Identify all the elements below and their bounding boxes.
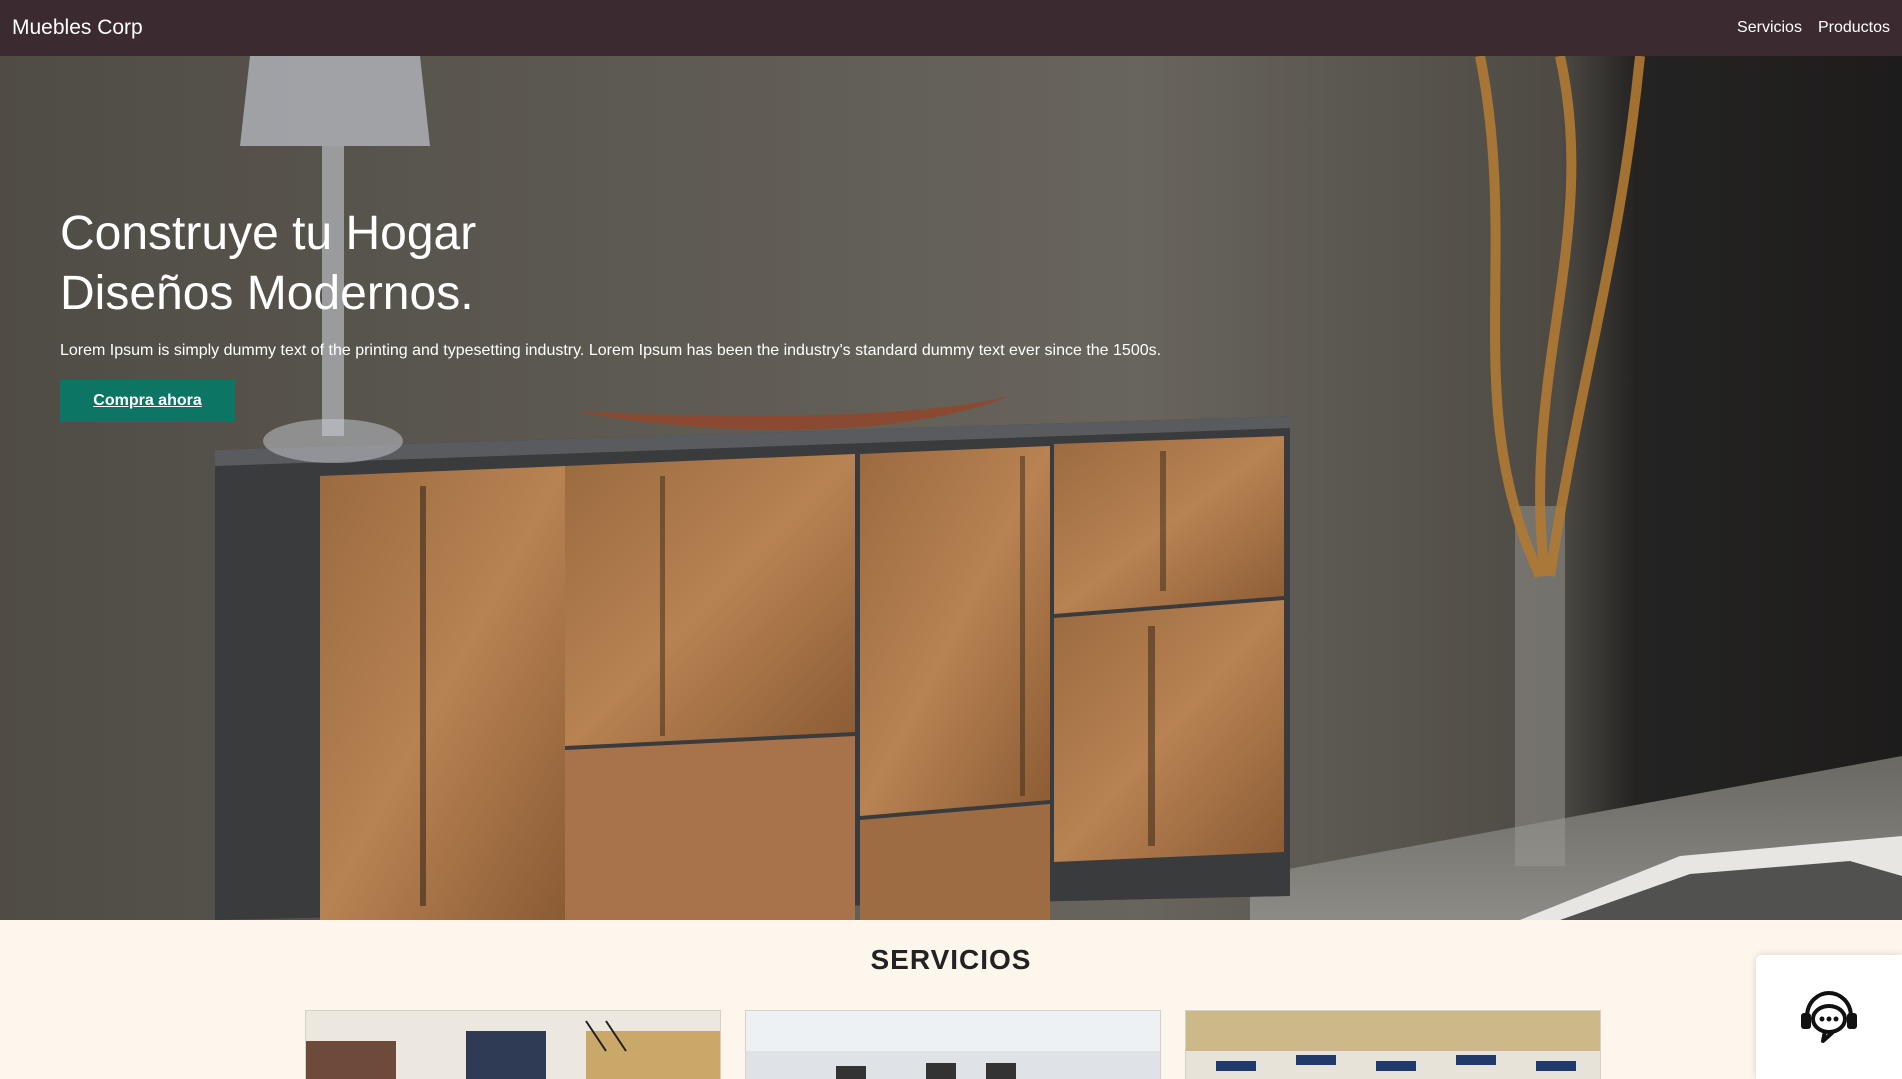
service-card-image <box>746 1011 1160 1079</box>
hero-description: Lorem Ipsum is simply dummy text of the … <box>60 342 1162 359</box>
support-chat-widget[interactable] <box>1756 955 1902 1079</box>
hero-title-line1: Construye tu Hogar <box>60 207 477 260</box>
hero-title-line2: Diseños Modernos. <box>60 267 474 320</box>
support-chat-icon <box>1801 990 1857 1043</box>
hero-title: Construye tu Hogar Diseños Modernos. <box>60 204 1161 324</box>
service-card-classroom[interactable] <box>1185 1010 1601 1079</box>
hero-background-image <box>0 56 1902 920</box>
main-nav: Servicios Productos <box>1737 19 1890 37</box>
service-card-hotel[interactable] <box>305 1010 721 1079</box>
nav-link-servicios[interactable]: Servicios <box>1737 19 1802 37</box>
nav-link-productos[interactable]: Productos <box>1818 19 1890 37</box>
buy-now-button[interactable]: Compra ahora <box>60 380 235 422</box>
hero-banner: Construye tu Hogar Diseños Modernos. Lor… <box>0 56 1902 920</box>
brand-logo[interactable]: Muebles Corp <box>12 16 143 40</box>
service-card-image <box>306 1011 720 1079</box>
hero-content: Construye tu Hogar Diseños Modernos. Lor… <box>60 204 1161 422</box>
service-card-image <box>1186 1011 1600 1079</box>
services-section: SERVICIOS <box>0 920 1902 1079</box>
top-navbar: Muebles Corp Servicios Productos <box>0 0 1902 56</box>
service-card-office[interactable] <box>745 1010 1161 1079</box>
services-title: SERVICIOS <box>870 944 1032 975</box>
